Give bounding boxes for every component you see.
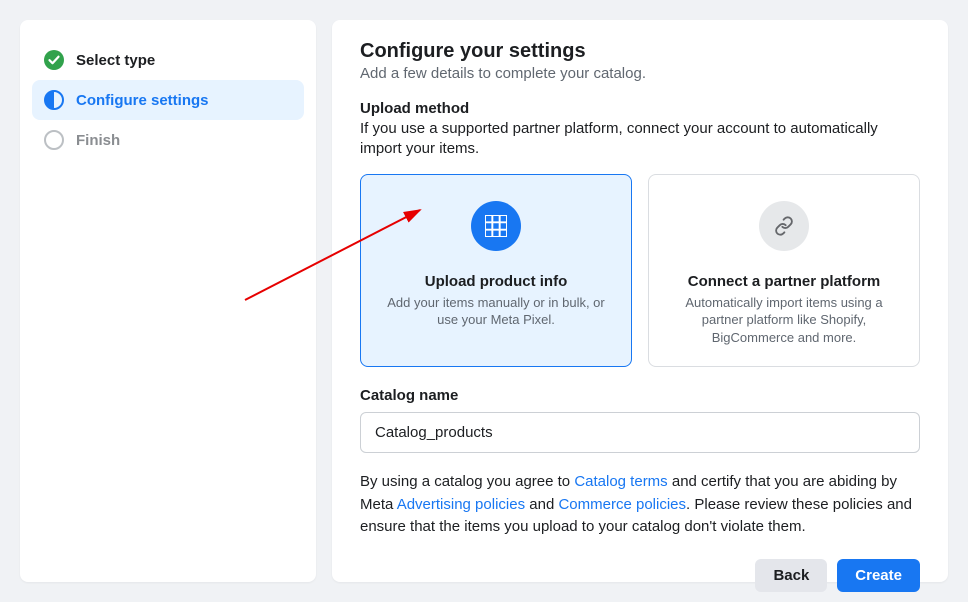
card-desc: Automatically import items using a partn… <box>673 294 895 347</box>
create-button[interactable]: Create <box>837 559 920 592</box>
page-title: Configure your settings <box>360 40 920 63</box>
upload-method-cards: Upload product info Add your items manua… <box>360 174 920 368</box>
card-connect-partner-platform[interactable]: Connect a partner platform Automatically… <box>648 174 920 368</box>
card-desc: Add your items manually or in bulk, or u… <box>385 294 607 329</box>
step-label: Select type <box>76 52 155 69</box>
catalog-name-input[interactable] <box>360 412 920 453</box>
half-circle-icon <box>44 90 64 110</box>
step-configure-settings[interactable]: Configure settings <box>32 80 304 120</box>
check-circle-icon <box>44 50 64 70</box>
card-title: Connect a partner platform <box>673 273 895 290</box>
main-panel: Configure your settings Add a few detail… <box>332 20 948 582</box>
empty-circle-icon <box>44 130 64 150</box>
button-row: Back Create <box>360 559 920 592</box>
agreement-text: By using a catalog you agree to Catalog … <box>360 471 920 539</box>
grid-icon <box>471 201 521 251</box>
step-label: Finish <box>76 132 120 149</box>
catalog-name-label: Catalog name <box>360 387 920 404</box>
upload-method-label: Upload method <box>360 100 920 117</box>
upload-method-desc: If you use a supported partner platform,… <box>360 119 920 160</box>
page-subtitle: Add a few details to complete your catal… <box>360 65 920 82</box>
card-upload-product-info[interactable]: Upload product info Add your items manua… <box>360 174 632 368</box>
step-select-type[interactable]: Select type <box>32 40 304 80</box>
step-finish[interactable]: Finish <box>32 120 304 160</box>
step-label: Configure settings <box>76 92 209 109</box>
commerce-policies-link[interactable]: Commerce policies <box>558 496 686 513</box>
link-icon <box>759 201 809 251</box>
back-button[interactable]: Back <box>755 559 827 592</box>
wizard-sidebar: Select type Configure settings Finish <box>20 20 316 582</box>
catalog-terms-link[interactable]: Catalog terms <box>574 473 667 490</box>
advertising-policies-link[interactable]: Advertising policies <box>397 496 525 513</box>
card-title: Upload product info <box>385 273 607 290</box>
